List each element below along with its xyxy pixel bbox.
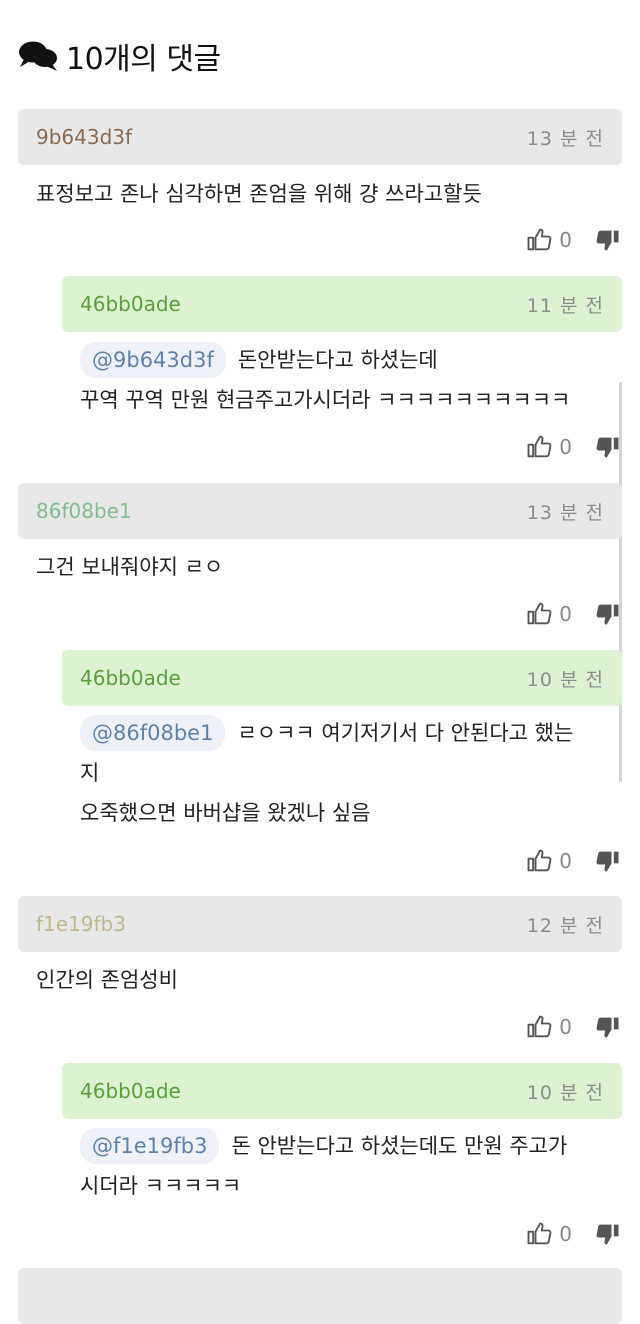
comment-time: 12 분 전	[526, 914, 604, 937]
reply-line: 오죽했으면 바버샵을 왔겠나 싶음	[80, 801, 371, 825]
reply-author[interactable]: 46bb0ade	[80, 292, 181, 316]
comments-icon	[19, 41, 57, 71]
reply-line: 시더라 ㅋㅋㅋㅋㅋ	[80, 1174, 242, 1198]
comment-votes: 0	[525, 1013, 622, 1041]
mention-tag[interactable]: @9b643d3f	[80, 342, 226, 378]
comment-time: 13 분 전	[526, 501, 604, 524]
thumbs-up-icon[interactable]	[525, 847, 553, 875]
thumbs-down-icon[interactable]	[594, 1013, 622, 1041]
reply-author[interactable]: 46bb0ade	[80, 666, 181, 690]
comments-header: 10개의 댓글	[18, 36, 221, 77]
reply-author[interactable]: 46bb0ade	[80, 1079, 181, 1103]
reply-time: 10 분 전	[526, 1081, 604, 1104]
thumbs-up-icon[interactable]	[525, 433, 553, 461]
reply-votes: 0	[525, 433, 622, 461]
thumbs-down-icon[interactable]	[594, 433, 622, 461]
reply-votes: 0	[525, 1220, 622, 1248]
reply-line: 꾸역 꾸역 만원 현금주고가시더라 ㅋㅋㅋㅋㅋㅋㅋㅋㅋㅋ	[80, 388, 571, 412]
thumbs-down-icon[interactable]	[594, 847, 622, 875]
comment-author[interactable]: f1e19fb3	[36, 912, 126, 936]
like-count: 0	[559, 1222, 572, 1246]
comment-votes: 0	[525, 226, 622, 254]
reply-votes: 0	[525, 847, 622, 875]
thumbs-up-icon[interactable]	[525, 600, 553, 628]
reply-line: 돈안받는다고 하셨는데	[237, 348, 438, 372]
comment-text: 표정보고 존나 심각하면 존엄을 위해 걍 쓰라고할듯	[36, 182, 482, 206]
mention-tag[interactable]: @86f08be1	[80, 715, 226, 751]
comment-text: 그건 보내줘야지 ㄹㅇ	[36, 555, 224, 579]
reply-text: @9b643d3f 돈안받는다고 하셨는데 꾸역 꾸역 만원 현금주고가시더라 ㅋ…	[80, 340, 620, 420]
reply-line: 돈 안받는다고 하셨는데도 만원 주고가	[231, 1134, 568, 1158]
thumbs-up-icon[interactable]	[525, 1013, 553, 1041]
reply-header: 46bb0ade 10 분 전	[62, 650, 622, 706]
comment-header: 86f08be1 13 분 전	[18, 483, 622, 539]
reply-header: 46bb0ade 10 분 전	[62, 1063, 622, 1119]
reply-line: ㄹㅇㅋㅋ 여기저기서 다 안된다고 했는	[237, 721, 574, 745]
comment-header	[18, 1268, 622, 1324]
comment-time: 13 분 전	[526, 127, 604, 150]
like-count: 0	[559, 849, 572, 873]
thumbs-down-icon[interactable]	[594, 226, 622, 254]
mention-tag[interactable]: @f1e19fb3	[80, 1128, 220, 1164]
reply-time: 11 분 전	[526, 294, 604, 317]
reply-header: 46bb0ade 11 분 전	[62, 276, 622, 332]
like-count: 0	[559, 602, 572, 626]
reply-text: @f1e19fb3 돈 안받는다고 하셨는데도 만원 주고가 시더라 ㅋㅋㅋㅋㅋ	[80, 1126, 620, 1206]
comment-author[interactable]: 86f08be1	[36, 499, 132, 523]
thumbs-down-icon[interactable]	[594, 600, 622, 628]
comment-votes: 0	[525, 600, 622, 628]
thumbs-up-icon[interactable]	[525, 226, 553, 254]
thumbs-down-icon[interactable]	[594, 1220, 622, 1248]
comments-count-title: 10개의 댓글	[66, 42, 221, 77]
like-count: 0	[559, 1015, 572, 1039]
like-count: 0	[559, 435, 572, 459]
like-count: 0	[559, 228, 572, 252]
comment-author[interactable]: 9b643d3f	[36, 125, 132, 149]
comment-header: f1e19fb3 12 분 전	[18, 896, 622, 952]
reply-line: 지	[80, 761, 100, 785]
comment-header: 9b643d3f 13 분 전	[18, 109, 622, 165]
reply-time: 10 분 전	[526, 668, 604, 691]
reply-text: @86f08be1 ㄹㅇㅋㅋ 여기저기서 다 안된다고 했는 지 오죽했으면 바버…	[80, 713, 620, 833]
thumbs-up-icon[interactable]	[525, 1220, 553, 1248]
comment-text: 인간의 존엄성비	[36, 968, 178, 992]
